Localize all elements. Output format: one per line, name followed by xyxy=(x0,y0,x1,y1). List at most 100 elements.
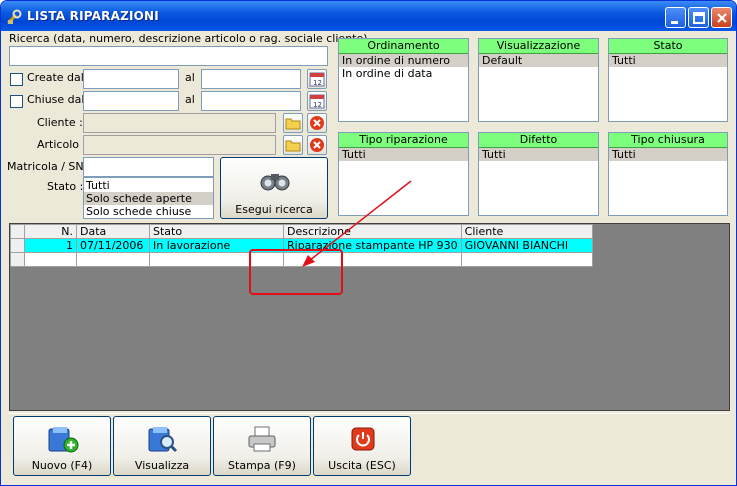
svg-text:12: 12 xyxy=(313,79,322,87)
esegui-ricerca-label: Esegui ricerca xyxy=(235,203,313,216)
create-dal-from-field[interactable] xyxy=(83,69,179,89)
uscita-button[interactable]: Uscita (ESC) xyxy=(313,416,411,476)
difetto-option[interactable]: Tutti xyxy=(479,148,598,161)
column-header-stato[interactable]: Stato xyxy=(149,224,284,239)
svg-text:12: 12 xyxy=(313,101,322,109)
title-bar[interactable]: LISTA RIPARAZIONI xyxy=(1,1,736,31)
visualizza-button[interactable]: Visualizza xyxy=(113,416,211,476)
clear-articolo-button[interactable] xyxy=(307,135,327,155)
close-button[interactable] xyxy=(711,7,732,28)
ordinamento-group: Ordinamento In ordine di numero In ordin… xyxy=(338,38,469,122)
column-header-cliente[interactable]: Cliente xyxy=(460,224,593,239)
cell-empty xyxy=(460,252,593,267)
stampa-button[interactable]: Stampa (F9) xyxy=(213,416,311,476)
wrench-app-icon xyxy=(7,9,22,24)
chiuse-dal-from-field[interactable] xyxy=(83,91,179,111)
uscita-label: Uscita (ESC) xyxy=(328,459,396,472)
articolo-label: Articolo : xyxy=(37,138,87,151)
create-dal-to-field[interactable] xyxy=(201,69,301,89)
client-area: Ricerca (data, numero, descrizione artic… xyxy=(5,31,734,483)
stato-label: Stato : xyxy=(47,180,84,193)
chiuse-dal-to-field[interactable] xyxy=(201,91,301,111)
maximize-button[interactable] xyxy=(688,7,709,28)
cell-data: 07/11/2006 xyxy=(76,238,150,253)
visualizzazione-group: Visualizzazione Default xyxy=(478,38,599,122)
create-dal-label: Create dal xyxy=(27,71,84,84)
ordinamento-header: Ordinamento xyxy=(339,39,468,54)
esegui-ricerca-button[interactable]: Esegui ricerca xyxy=(220,157,328,219)
tipo-chiusura-group: Tipo chiusura Tutti xyxy=(608,132,728,216)
chiuse-dal-checkbox[interactable] xyxy=(10,95,23,108)
stato-group-option[interactable]: Tutti xyxy=(609,54,727,67)
column-header-data[interactable]: Data xyxy=(76,224,150,239)
cell-empty xyxy=(24,252,77,267)
tipo-chiusura-header: Tipo chiusura xyxy=(609,133,727,148)
calendar-icon: 12 xyxy=(309,94,325,109)
visualizzazione-header: Visualizzazione xyxy=(479,39,598,54)
stato-option[interactable]: Solo schede aperte xyxy=(84,192,213,205)
action-bar: Nuovo (F4) Visualizza Stampa (F9) Uscita… xyxy=(9,413,730,479)
nuovo-button[interactable]: Nuovo (F4) xyxy=(13,416,111,476)
delete-icon xyxy=(310,116,324,130)
tipo-chiusura-option[interactable]: Tutti xyxy=(609,148,727,161)
row-indicator xyxy=(10,224,25,239)
view-search-icon xyxy=(148,427,178,453)
close-icon xyxy=(717,13,727,23)
stato-listbox[interactable]: Tutti Solo schede aperte Solo schede chi… xyxy=(83,177,214,219)
matricola-label: Matricola / SN: xyxy=(7,160,88,173)
window-title: LISTA RIPARAZIONI xyxy=(27,9,159,23)
clear-cliente-button[interactable] xyxy=(307,113,327,133)
minimize-button[interactable] xyxy=(665,7,686,28)
visualizza-label: Visualizza xyxy=(134,459,190,472)
visualizzazione-option[interactable]: Default xyxy=(479,54,598,67)
column-header-n[interactable]: N. xyxy=(24,224,77,239)
calendar-icon: 12 xyxy=(309,72,325,87)
calendar-button[interactable]: 12 xyxy=(307,69,327,89)
browse-articolo-button[interactable] xyxy=(283,135,303,155)
table-header-row: N. Data Stato Descrizione Cliente xyxy=(10,224,593,239)
stato-group: Stato Tutti xyxy=(608,38,728,122)
maximize-icon xyxy=(693,12,705,24)
power-icon xyxy=(351,427,375,451)
tipo-riparazione-header: Tipo riparazione xyxy=(339,133,468,148)
new-document-icon xyxy=(48,427,79,453)
articolo-field[interactable] xyxy=(83,135,276,155)
tipo-riparazione-group: Tipo riparazione Tutti xyxy=(338,132,469,216)
stato-group-header: Stato xyxy=(609,39,727,54)
calendar-button[interactable]: 12 xyxy=(307,91,327,111)
ordinamento-option[interactable]: In ordine di numero xyxy=(339,54,468,67)
printer-icon xyxy=(248,426,276,452)
browse-cliente-button[interactable] xyxy=(283,113,303,133)
cliente-label: Cliente : xyxy=(37,116,83,129)
stampa-label: Stampa (F9) xyxy=(228,459,296,472)
results-grid[interactable]: N. Data Stato Descrizione Cliente 1 07/1… xyxy=(9,223,730,411)
annotation-highlight-box xyxy=(249,249,343,295)
cell-n: 1 xyxy=(24,238,77,253)
al-label: al xyxy=(185,71,195,84)
ordinamento-option[interactable]: In ordine di data xyxy=(339,67,468,80)
stato-option[interactable]: Tutti xyxy=(84,179,213,192)
folder-icon xyxy=(285,118,301,130)
cliente-field[interactable] xyxy=(83,113,276,133)
create-dal-checkbox[interactable] xyxy=(10,73,23,86)
stato-option[interactable]: Solo schede chiuse xyxy=(84,205,213,218)
row-indicator xyxy=(10,238,25,253)
search-input[interactable] xyxy=(9,46,328,66)
difetto-header: Difetto xyxy=(479,133,598,148)
cell-cliente: GIOVANNI BIANCHI xyxy=(460,238,593,253)
column-header-descrizione[interactable]: Descrizione xyxy=(283,224,462,239)
delete-icon xyxy=(310,138,324,152)
search-label: Ricerca (data, numero, descrizione artic… xyxy=(9,32,368,45)
cell-empty xyxy=(76,252,150,267)
minimize-icon xyxy=(671,21,678,24)
row-indicator xyxy=(10,252,25,267)
tipo-riparazione-option[interactable]: Tutti xyxy=(339,148,468,161)
nuovo-label: Nuovo (F4) xyxy=(31,459,93,472)
binoculars-icon xyxy=(260,174,290,191)
folder-icon xyxy=(285,140,301,152)
chiuse-dal-label: Chiuse dal xyxy=(27,93,85,106)
al-label: al xyxy=(185,93,195,106)
difetto-group: Difetto Tutti xyxy=(478,132,599,216)
lista-riparazioni-window: LISTA RIPARAZIONI Ricerca (data, numero,… xyxy=(0,0,737,486)
matricola-field[interactable] xyxy=(83,157,214,177)
